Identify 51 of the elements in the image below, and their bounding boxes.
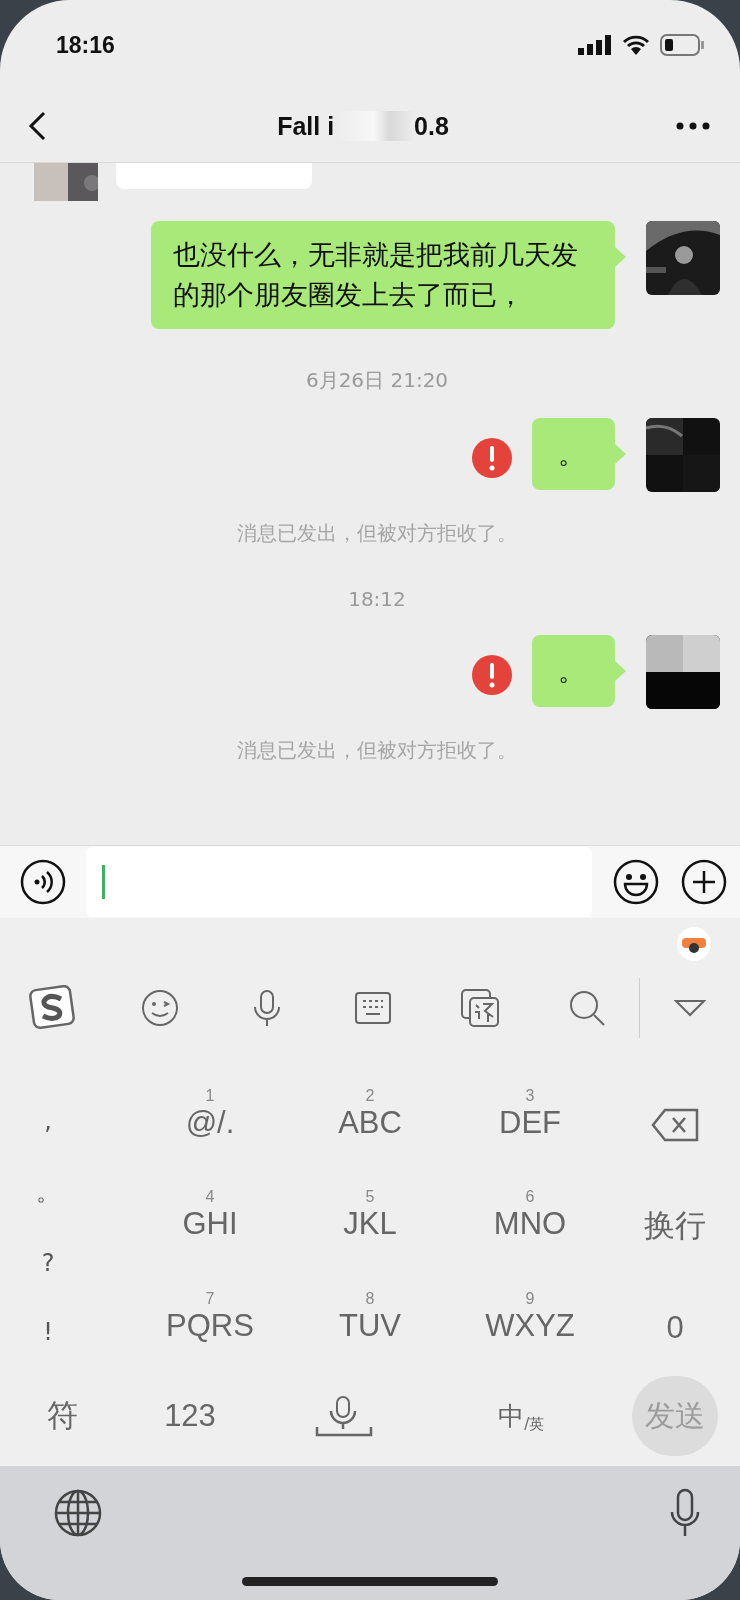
punctuation-key[interactable]: ! <box>43 1317 53 1346</box>
error-icon[interactable] <box>472 438 512 478</box>
battery-icon <box>660 34 704 56</box>
letter-key[interactable]: 2 ABC <box>290 1066 450 1163</box>
globe-icon[interactable] <box>54 1489 102 1537</box>
message-input[interactable] <box>86 847 592 917</box>
chat-title: 0.8 <box>414 111 449 141</box>
bubble-tail <box>615 444 626 464</box>
keyboard-key[interactable]: 换行 <box>644 1162 706 1268</box>
message-bubble: 。 <box>532 635 615 707</box>
letter-key[interactable]: 9 WXYZ <box>450 1267 610 1366</box>
message-bubble: 也没什么，无非就是把我前几天发的那个朋友圈发上去了而已， <box>151 221 615 329</box>
emoji-icon[interactable] <box>612 858 660 906</box>
mascot-icon[interactable] <box>676 926 712 962</box>
bubble-tail <box>615 247 626 267</box>
letter-key[interactable]: 3 DEF <box>450 1066 610 1163</box>
keyboard-icon[interactable] <box>355 992 392 1024</box>
letter-key[interactable]: 8 TUV <box>290 1267 450 1366</box>
microphone-icon[interactable] <box>670 1488 700 1538</box>
signal-icon <box>578 35 612 55</box>
backspace-icon[interactable] <box>651 1108 699 1143</box>
collapse-icon[interactable] <box>674 999 707 1017</box>
wifi-icon <box>622 35 650 55</box>
keyboard-key[interactable]: 0 <box>666 1267 684 1366</box>
translate-icon[interactable] <box>461 989 499 1027</box>
emoticon-icon[interactable] <box>141 989 179 1027</box>
status-time: 18:16 <box>56 31 115 59</box>
letter-key[interactable]: 5 JKL <box>290 1162 450 1268</box>
bubble-tail <box>615 661 626 681</box>
letter-key[interactable]: 6 MNO <box>450 1162 610 1268</box>
punctuation-key[interactable]: ? <box>41 1248 55 1277</box>
search-icon[interactable] <box>567 989 606 1027</box>
letter-key[interactable]: 7 PQRS <box>130 1267 290 1366</box>
chat-title: Fall i <box>277 111 335 141</box>
microphone-icon[interactable] <box>251 989 282 1027</box>
numbers-key[interactable]: 123 <box>164 1398 216 1434</box>
add-icon[interactable] <box>680 858 728 906</box>
symbols-key[interactable]: 符 <box>47 1395 78 1437</box>
space-key-icon[interactable] <box>314 1395 373 1437</box>
voice-icon[interactable] <box>20 859 66 905</box>
timestamp: 18:12 <box>348 587 406 611</box>
error-icon[interactable] <box>472 655 512 695</box>
message-bubble: 。 <box>532 418 615 490</box>
timestamp: 6月26日 21:20 <box>305 368 449 392</box>
punctuation-key[interactable]: 。 <box>36 1175 60 1208</box>
letter-key[interactable]: 4 GHI <box>130 1162 290 1268</box>
letter-key[interactable]: 1 @/. <box>130 1066 290 1163</box>
more-icon[interactable] <box>676 122 710 130</box>
system-notice: 消息已发出，但被对方拒收了。 <box>237 521 517 545</box>
system-notice: 消息已发出，但被对方拒收了。 <box>237 738 517 762</box>
punctuation-key[interactable]: , <box>44 1106 52 1135</box>
